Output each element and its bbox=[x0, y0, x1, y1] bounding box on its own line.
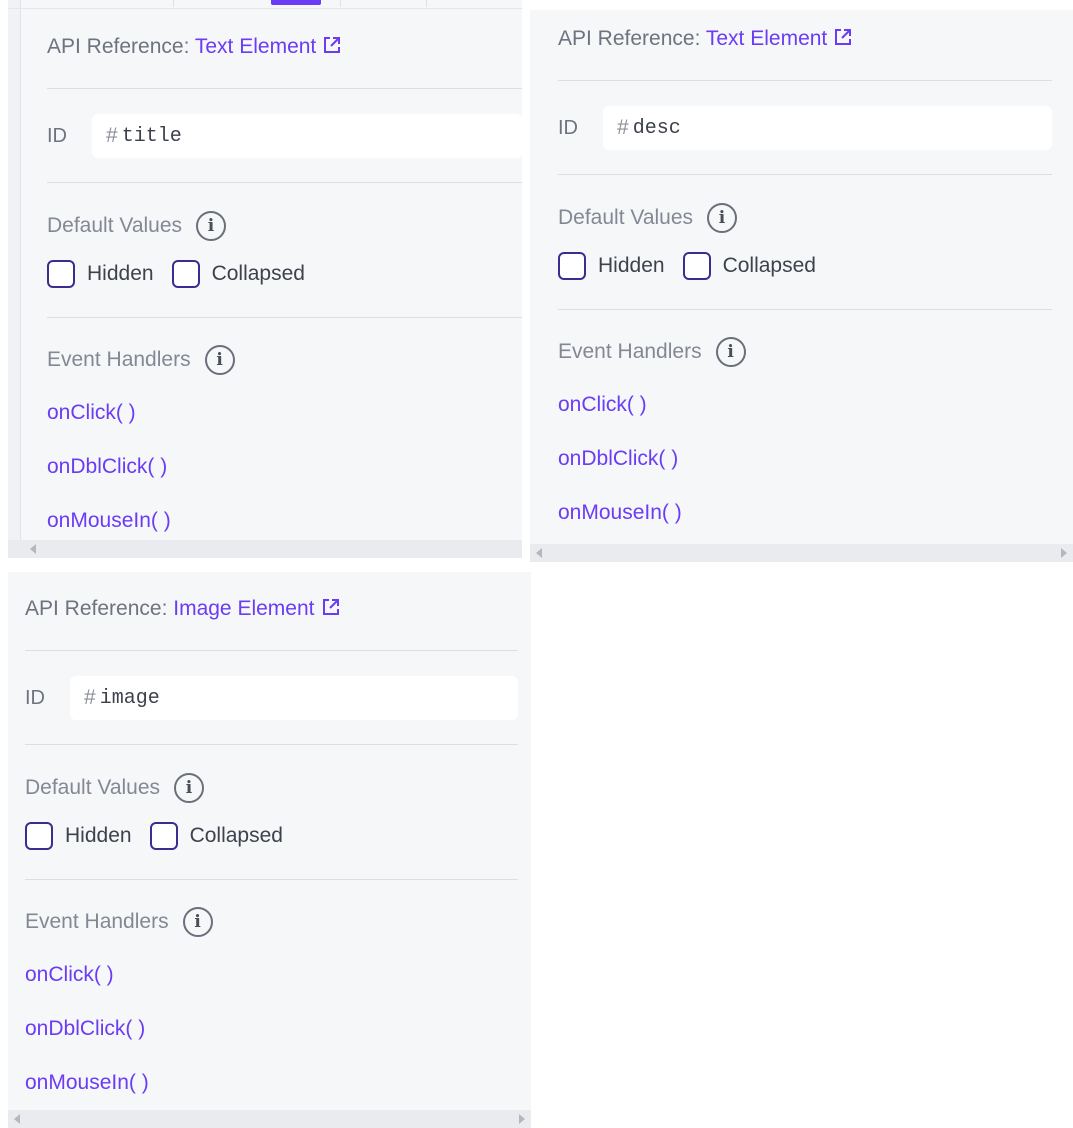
divider bbox=[47, 182, 522, 183]
default-values-heading: Default Values i bbox=[47, 209, 227, 243]
api-reference-label: API Reference: bbox=[47, 35, 195, 58]
hidden-label: Hidden bbox=[65, 824, 132, 847]
external-link-icon[interactable] bbox=[322, 35, 342, 62]
onmousein-handler-link[interactable]: onMouseIn( ) bbox=[47, 507, 171, 535]
tab-separator bbox=[426, 0, 427, 7]
onclick-handler-link[interactable]: onClick( ) bbox=[47, 399, 136, 427]
horizontal-scrollbar[interactable] bbox=[8, 540, 522, 558]
id-label: ID bbox=[47, 125, 67, 147]
collapsed-checkbox[interactable] bbox=[682, 252, 711, 280]
id-label: ID bbox=[558, 117, 578, 139]
id-value: desc bbox=[632, 116, 681, 140]
divider bbox=[25, 879, 518, 880]
api-reference-label: API Reference: bbox=[558, 27, 706, 50]
default-values-label: Default Values bbox=[47, 214, 183, 237]
id-row: ID # desc bbox=[558, 106, 1052, 150]
scroll-left-arrow-icon[interactable] bbox=[30, 544, 36, 554]
onmousein-handler-link[interactable]: onMouseIn( ) bbox=[25, 1069, 149, 1097]
default-values-checkboxes: Hidden Collapsed bbox=[25, 821, 301, 851]
info-icon[interactable]: i bbox=[707, 203, 738, 233]
collapsed-label: Collapsed bbox=[722, 254, 816, 277]
ondblclick-handler-link[interactable]: onDblClick( ) bbox=[47, 453, 167, 481]
divider bbox=[47, 317, 522, 318]
divider bbox=[47, 88, 522, 89]
default-values-label: Default Values bbox=[25, 776, 161, 799]
api-reference: API Reference: Text Element bbox=[47, 34, 342, 60]
top-tab-strip bbox=[8, 0, 522, 9]
hidden-checkbox[interactable] bbox=[25, 822, 53, 850]
api-reference-link[interactable]: Text Element bbox=[195, 35, 316, 58]
default-values-checkboxes: Hidden Collapsed bbox=[558, 251, 834, 281]
event-handlers-label: Event Handlers bbox=[47, 348, 191, 371]
api-reference-link[interactable]: Text Element bbox=[706, 27, 827, 50]
api-reference: API Reference: Text Element bbox=[558, 26, 853, 52]
hash-prefix: # bbox=[617, 116, 629, 139]
active-tab-indicator[interactable] bbox=[271, 0, 321, 5]
tab-separator bbox=[340, 0, 341, 7]
default-values-heading: Default Values i bbox=[558, 201, 738, 235]
ondblclick-handler-link[interactable]: onDblClick( ) bbox=[558, 445, 678, 473]
id-label: ID bbox=[25, 687, 45, 709]
id-row: ID # image bbox=[25, 676, 518, 720]
api-reference-link[interactable]: Image Element bbox=[173, 597, 314, 620]
default-values-checkboxes: Hidden Collapsed bbox=[47, 259, 323, 289]
id-input[interactable]: # desc bbox=[603, 106, 1052, 150]
info-icon[interactable]: i bbox=[204, 345, 235, 375]
id-input[interactable]: # image bbox=[70, 676, 518, 720]
properties-panel-image: API Reference: Image Element ID # image D… bbox=[8, 572, 531, 1128]
left-panel-edge bbox=[8, 0, 21, 540]
hidden-label: Hidden bbox=[87, 262, 154, 285]
horizontal-scrollbar[interactable] bbox=[530, 544, 1073, 562]
hidden-checkbox[interactable] bbox=[558, 252, 586, 280]
collapsed-label: Collapsed bbox=[211, 262, 305, 285]
info-icon[interactable]: i bbox=[715, 337, 746, 367]
collapsed-checkbox[interactable] bbox=[171, 260, 200, 288]
properties-panel-desc: API Reference: Text Element ID # desc Def… bbox=[530, 10, 1073, 562]
scroll-right-arrow-icon[interactable] bbox=[519, 1114, 525, 1124]
id-row: ID # title bbox=[47, 114, 522, 158]
scroll-left-arrow-icon[interactable] bbox=[14, 1114, 20, 1124]
event-handlers-heading: Event Handlers i bbox=[25, 905, 213, 939]
tab-separator bbox=[173, 0, 174, 7]
divider bbox=[558, 309, 1052, 310]
divider bbox=[558, 174, 1052, 175]
divider bbox=[25, 650, 518, 651]
event-handlers-label: Event Handlers bbox=[558, 340, 702, 363]
onmousein-handler-link[interactable]: onMouseIn( ) bbox=[558, 499, 682, 527]
external-link-icon[interactable] bbox=[833, 27, 853, 54]
ondblclick-handler-link[interactable]: onDblClick( ) bbox=[25, 1015, 145, 1043]
event-handlers-heading: Event Handlers i bbox=[558, 335, 746, 369]
event-handlers-heading: Event Handlers i bbox=[47, 343, 235, 377]
event-handlers-label: Event Handlers bbox=[25, 910, 169, 933]
onclick-handler-link[interactable]: onClick( ) bbox=[25, 961, 114, 989]
divider bbox=[25, 744, 518, 745]
info-icon[interactable]: i bbox=[182, 907, 213, 937]
api-reference: API Reference: Image Element bbox=[25, 596, 341, 622]
properties-panel-title: API Reference: Text Element ID # title De… bbox=[8, 0, 522, 558]
default-values-heading: Default Values i bbox=[25, 771, 205, 805]
collapsed-label: Collapsed bbox=[189, 824, 283, 847]
default-values-label: Default Values bbox=[558, 206, 694, 229]
hidden-label: Hidden bbox=[598, 254, 665, 277]
hash-prefix: # bbox=[84, 686, 96, 709]
horizontal-scrollbar[interactable] bbox=[8, 1110, 531, 1128]
id-value: image bbox=[99, 686, 160, 710]
id-value: title bbox=[121, 124, 182, 148]
onclick-handler-link[interactable]: onClick( ) bbox=[558, 391, 647, 419]
collapsed-checkbox[interactable] bbox=[149, 822, 178, 850]
external-link-icon[interactable] bbox=[321, 597, 341, 624]
scroll-right-arrow-icon[interactable] bbox=[1061, 548, 1067, 558]
id-input[interactable]: # title bbox=[92, 114, 522, 158]
divider bbox=[558, 80, 1052, 81]
hash-prefix: # bbox=[106, 124, 118, 147]
api-reference-label: API Reference: bbox=[25, 597, 174, 620]
info-icon[interactable]: i bbox=[196, 211, 227, 241]
hidden-checkbox[interactable] bbox=[47, 260, 75, 288]
info-icon[interactable]: i bbox=[174, 773, 205, 803]
scroll-left-arrow-icon[interactable] bbox=[536, 548, 542, 558]
